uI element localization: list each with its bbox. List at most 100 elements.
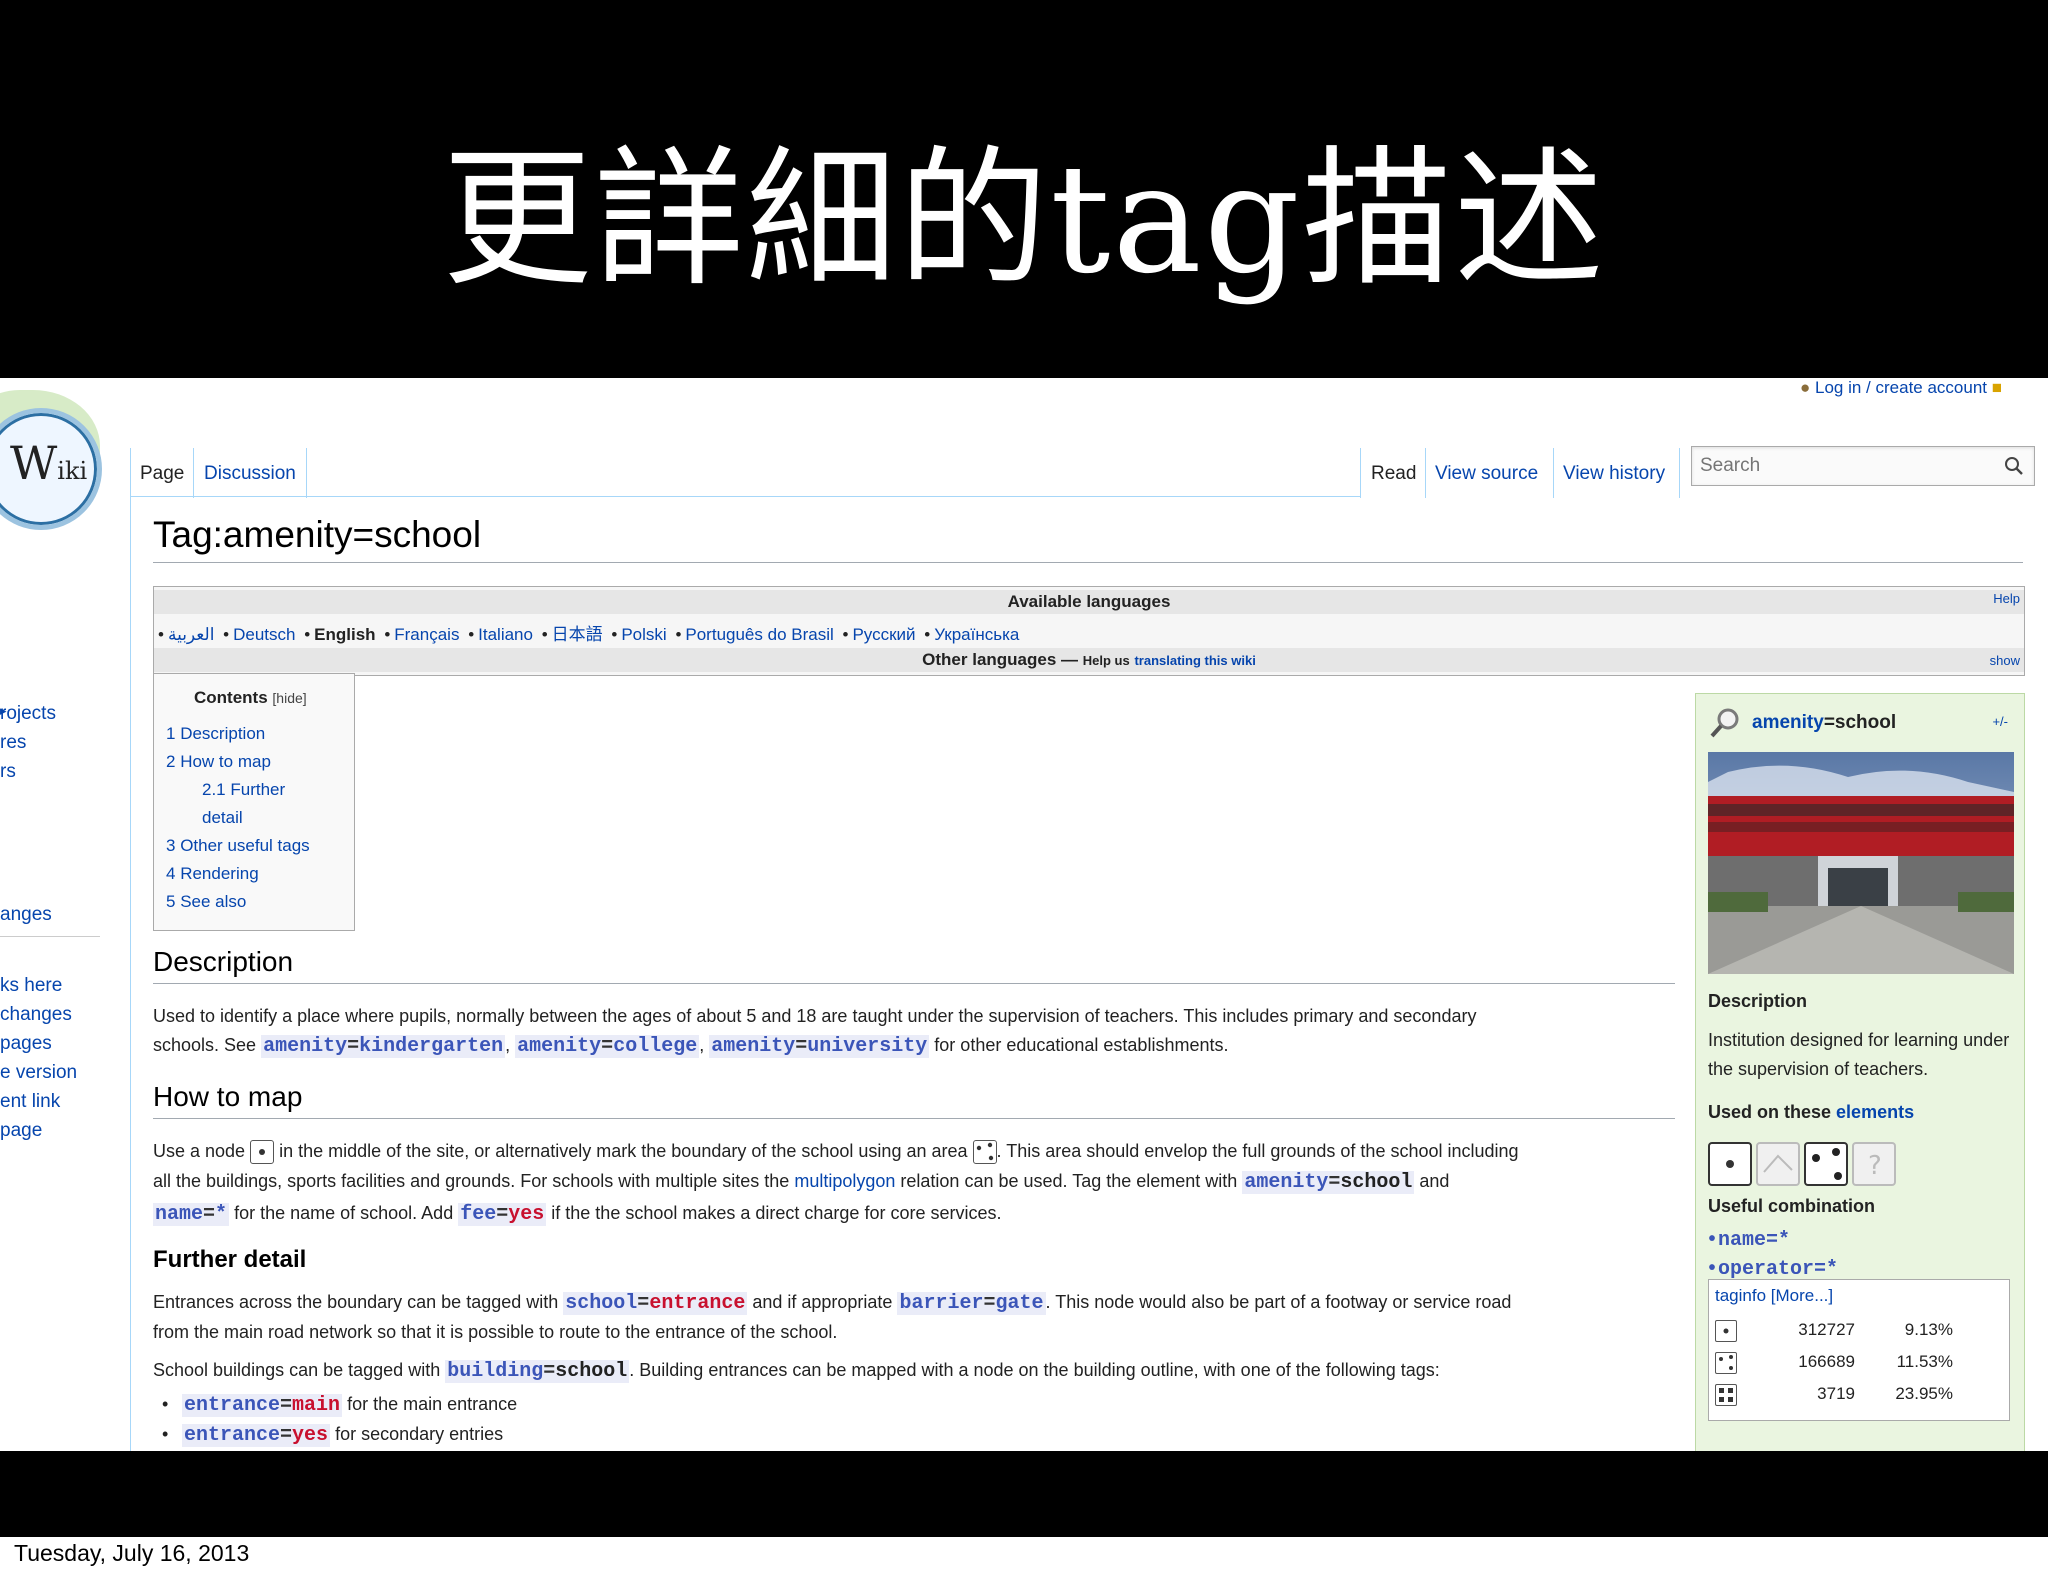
toc-item[interactable]: 5 See also xyxy=(166,892,246,912)
way-icon[interactable] xyxy=(1756,1142,1800,1186)
tag-link[interactable]: barrier=gate xyxy=(897,1292,1046,1315)
node-icon[interactable] xyxy=(1708,1142,1752,1186)
node-icon xyxy=(1715,1320,1737,1342)
relation-icon[interactable]: ? xyxy=(1852,1142,1896,1186)
tag-link[interactable]: amenity=university xyxy=(709,1035,930,1058)
tabs-underline xyxy=(130,496,1360,497)
elements-link[interactable]: elements xyxy=(1836,1102,1914,1122)
node-icon[interactable] xyxy=(250,1140,275,1165)
tab-divider xyxy=(1553,448,1554,498)
taginfo-box: taginfo [More...] 312727 9.13% 166689 11… xyxy=(1708,1279,2010,1421)
wiki-logo-text: Wiki xyxy=(10,436,88,490)
tab-divider xyxy=(1425,448,1426,498)
heading-how-to-map: How to map xyxy=(153,1081,303,1112)
tag-link[interactable]: school=entrance xyxy=(563,1292,748,1315)
toc-item[interactable]: 2 How to map xyxy=(166,752,271,772)
description-paragraph: Used to identify a place where pupils, n… xyxy=(153,1006,1477,1058)
toc-title: Contents [hide] xyxy=(194,688,307,707)
search-box[interactable] xyxy=(1691,446,2035,486)
further-paragraph-1: Entrances across the boundary can be tag… xyxy=(153,1292,1512,1342)
tag-link[interactable]: entrance=main xyxy=(182,1394,343,1417)
languages-list: • العربية • Deutsch • English • Français • It… xyxy=(158,625,1020,644)
combo-link[interactable]: name=* xyxy=(1706,1229,1790,1252)
tab-divider xyxy=(1679,448,1680,498)
sidebar-item-features[interactable]: res xyxy=(0,732,26,754)
search-input[interactable] xyxy=(1698,451,1992,481)
footer-date: Tuesday, July 16, 2013 xyxy=(14,1540,250,1566)
key-link[interactable]: name=* xyxy=(153,1203,230,1226)
lang-deutsch[interactable]: Deutsch xyxy=(233,625,295,644)
sidebar-item-recent-changes[interactable]: anges xyxy=(0,904,52,926)
tab-divider xyxy=(130,448,131,498)
list-item: entrance=main for the main entrance xyxy=(162,1394,517,1417)
svg-text:?: ? xyxy=(1868,1151,1882,1181)
area-icon xyxy=(1715,1352,1737,1374)
area-icon[interactable] xyxy=(972,1140,997,1165)
lang-francais[interactable]: Français xyxy=(394,625,459,644)
toc-item[interactable]: detail xyxy=(202,808,243,828)
tag-link[interactable]: amenity=school xyxy=(1242,1171,1415,1194)
sidebar-item-projects[interactable]: rojects xyxy=(0,703,56,725)
wiki-screenshot: Wiki ● Log in / create account ■ ▸ rojec… xyxy=(0,378,2048,1451)
languages-box: Available languages Help • العربية • Deuts… xyxy=(153,586,2025,676)
sidebar-item-printable-version[interactable]: e version xyxy=(0,1062,77,1084)
login-link[interactable]: ● Log in / create account ■ xyxy=(1800,378,2002,398)
lang-polski[interactable]: Polski xyxy=(621,625,666,644)
tab-page[interactable]: Page xyxy=(140,454,184,494)
sidebar-item-related-changes[interactable]: changes xyxy=(0,1004,72,1026)
heading-further-detail: Further detail xyxy=(153,1246,307,1273)
infobox-edit-link[interactable]: +/- xyxy=(1992,714,2008,729)
toc-item[interactable]: 1 Description xyxy=(166,724,265,744)
sidebar-item-permanent-link[interactable]: ent link xyxy=(0,1091,60,1113)
taginfo-row-nodes: 312727 9.13% xyxy=(1715,1320,2005,1346)
infobox-description-label: Description xyxy=(1708,991,1808,1011)
toc-item[interactable]: 4 Rendering xyxy=(166,864,259,884)
toc-hide-link[interactable]: [hide] xyxy=(272,690,306,706)
tag-link[interactable]: entrance=yes xyxy=(182,1424,331,1447)
sidebar-item-special-pages[interactable]: pages xyxy=(0,1033,52,1055)
lang-arabic[interactable]: العربية xyxy=(168,625,214,644)
tab-divider xyxy=(193,448,194,498)
tab-view-source[interactable]: View source xyxy=(1435,454,1538,494)
search-icon[interactable] xyxy=(2004,456,2024,476)
multipolygon-link[interactable]: multipolygon xyxy=(794,1171,895,1191)
tag-link[interactable]: amenity=kindergarten xyxy=(261,1035,506,1058)
tab-divider xyxy=(306,448,307,498)
user-icon: ● xyxy=(1800,378,1811,397)
howto-paragraph: Use a node in the middle of the site, or… xyxy=(153,1140,1519,1226)
sidebar-item-what-links-here[interactable]: ks here xyxy=(0,975,62,997)
school-photo[interactable] xyxy=(1708,752,2014,974)
further-paragraph-2: School buildings can be tagged with buil… xyxy=(153,1360,1440,1383)
lang-japanese[interactable]: 日本語 xyxy=(552,625,603,644)
languages-show-link[interactable]: show xyxy=(1990,653,2020,668)
lang-russian[interactable]: Русский xyxy=(852,625,915,644)
lang-italiano[interactable]: Italiano xyxy=(478,625,533,644)
heading-rule xyxy=(153,983,1675,984)
sidebar-item-users[interactable]: rs xyxy=(0,761,16,783)
translate-link[interactable]: translating this wiki xyxy=(1134,653,1255,668)
toc-item[interactable]: 2.1 Further xyxy=(202,780,285,800)
content-border xyxy=(130,498,131,1451)
magnifier-icon xyxy=(1710,708,1739,738)
title-rule xyxy=(153,562,2023,563)
lang-portugues[interactable]: Português do Brasil xyxy=(685,625,833,644)
infobox-title: amenity=school +/- xyxy=(1708,702,2018,742)
lang-ukrainian[interactable]: Українська xyxy=(934,625,1019,644)
tab-view-history[interactable]: View history xyxy=(1563,454,1665,494)
tab-read[interactable]: Read xyxy=(1371,454,1416,494)
tag-link[interactable]: fee=yes xyxy=(458,1203,547,1226)
tag-link[interactable]: amenity=college xyxy=(515,1035,700,1058)
lang-english: English xyxy=(314,625,376,644)
tag-link[interactable]: building=school xyxy=(445,1360,630,1383)
combo-link[interactable]: operator=* xyxy=(1706,1258,1838,1281)
tab-discussion[interactable]: Discussion xyxy=(204,454,296,494)
taginfo-header[interactable]: taginfo [More...] xyxy=(1715,1286,1833,1306)
sidebar-item-cite-page[interactable]: page xyxy=(0,1120,42,1142)
languages-help-link[interactable]: Help xyxy=(1993,591,2020,606)
area-icon[interactable] xyxy=(1804,1142,1848,1186)
tag-infobox: amenity=school +/- Description Instituti… xyxy=(1695,693,2025,1451)
lock-icon: ■ xyxy=(1991,378,2003,397)
infobox-key-link[interactable]: amenity xyxy=(1752,712,1824,733)
toc-item[interactable]: 3 Other useful tags xyxy=(166,836,310,856)
taginfo-row-relations: 3719 23.95% xyxy=(1715,1384,2005,1410)
